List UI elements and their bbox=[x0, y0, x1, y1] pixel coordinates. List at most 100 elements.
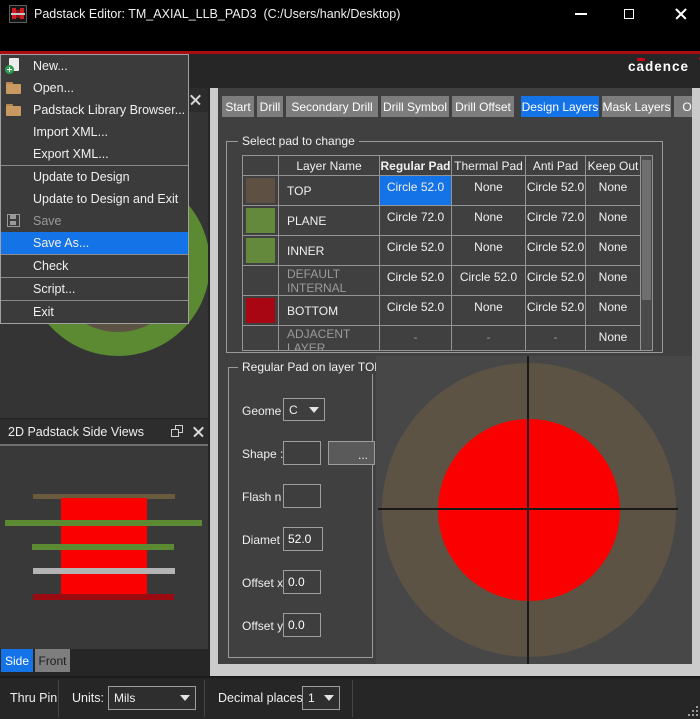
pad-cell[interactable]: None bbox=[452, 206, 526, 236]
pad-cell[interactable]: None bbox=[586, 326, 641, 351]
resize-grip[interactable] bbox=[696, 706, 698, 708]
layer-name-cell[interactable]: DEFAULT INTERNAL bbox=[279, 266, 380, 296]
pad-table-scrollbar-thumb[interactable] bbox=[642, 160, 651, 300]
diameter-input[interactable] bbox=[283, 527, 323, 551]
right-panel-right-scrollbar[interactable] bbox=[692, 88, 700, 676]
tab-mask-layers[interactable]: Mask Layers bbox=[602, 96, 671, 117]
crosshair-vertical bbox=[527, 356, 529, 664]
col-header-layer-name: Layer Name bbox=[279, 156, 380, 176]
tab-options[interactable]: O bbox=[674, 96, 692, 117]
menu-item-new[interactable]: New... bbox=[1, 55, 188, 77]
col-header-thermal-pad: Thermal Pad bbox=[452, 156, 526, 176]
padstack-editor-window: Padstack Editor: TM_AXIAL_LLB_PAD3 (C:/U… bbox=[0, 0, 700, 719]
col-header-anti-pad: Anti Pad bbox=[526, 156, 586, 176]
offset-x-input[interactable] bbox=[283, 570, 321, 594]
shape-browse-button[interactable]: ... bbox=[328, 441, 375, 465]
pad-cell[interactable]: Circle 52.0 bbox=[380, 236, 452, 266]
tab-drill[interactable]: Drill bbox=[257, 96, 283, 117]
minimize-icon bbox=[575, 13, 587, 15]
pad-cell[interactable]: Circle 72.0 bbox=[380, 206, 452, 236]
menu-item-exit[interactable]: Exit bbox=[1, 301, 188, 323]
units-label: Units: bbox=[72, 691, 104, 705]
save-icon bbox=[5, 213, 27, 229]
pad-cell[interactable]: None bbox=[586, 266, 641, 296]
tab-design-layers[interactable]: Design Layers bbox=[521, 96, 599, 117]
pad-cell[interactable]: None bbox=[452, 236, 526, 266]
pad-cell[interactable]: Circle 52.0 bbox=[526, 236, 586, 266]
chevron-down-icon bbox=[180, 695, 190, 701]
menu-item-check[interactable]: Check bbox=[1, 255, 188, 277]
statusbar: Thru Pin Units: Mils Decimal places: 1 bbox=[0, 678, 700, 719]
side-view-inner-layer-bar bbox=[32, 544, 174, 550]
chevron-down-icon bbox=[324, 695, 334, 701]
pad-cell[interactable]: None bbox=[452, 296, 526, 326]
pad-cell[interactable]: Circle 72.0 bbox=[526, 206, 586, 236]
pad-cell[interactable]: - bbox=[452, 326, 526, 351]
layer-swatch-inner bbox=[243, 236, 279, 266]
pad-cell[interactable]: Circle 52.0 bbox=[526, 176, 586, 206]
shape-input[interactable] bbox=[283, 441, 321, 465]
maximize-button[interactable] bbox=[613, 0, 645, 28]
folder-icon bbox=[5, 80, 27, 96]
pad-cell-selected[interactable]: Circle 52.0 bbox=[380, 176, 452, 206]
layer-name-cell[interactable]: PLANE bbox=[279, 206, 380, 236]
pad-table: Layer Name Regular Pad Thermal Pad Anti … bbox=[242, 155, 642, 351]
layer-swatch-adjacent bbox=[243, 326, 279, 351]
pad-cell[interactable]: Circle 52.0 bbox=[526, 266, 586, 296]
col-header-keep-out: Keep Out bbox=[586, 156, 641, 176]
units-select[interactable]: Mils bbox=[108, 686, 196, 710]
right-panel-bottom-scrollbar[interactable] bbox=[210, 664, 700, 676]
side-views-title: 2D Padstack Side Views bbox=[8, 425, 144, 439]
menu-item-update-to-design[interactable]: Update to Design bbox=[1, 166, 188, 188]
side-view-internal-layer-bar bbox=[33, 568, 175, 574]
diameter-label: Diamet bbox=[242, 533, 284, 547]
col-header-regular-pad: Regular Pad bbox=[380, 156, 452, 176]
pad-cell[interactable]: None bbox=[586, 236, 641, 266]
maximize-icon bbox=[624, 9, 634, 19]
layer-name-cell[interactable]: INNER bbox=[279, 236, 380, 266]
menu-item-export-xml[interactable]: Export XML... bbox=[1, 143, 188, 165]
menu-item-import-xml[interactable]: Import XML... bbox=[1, 121, 188, 143]
decimal-places-select[interactable]: 1 bbox=[302, 686, 340, 710]
regular-pad-group-title: Regular Pad on layer TOP bbox=[238, 360, 378, 374]
pad-cell[interactable]: Circle 52.0 bbox=[452, 266, 526, 296]
offset-y-input[interactable] bbox=[283, 613, 321, 637]
minimize-button[interactable] bbox=[565, 0, 597, 28]
side-views-panel-header: 2D Padstack Side Views bbox=[0, 419, 208, 444]
pad-cell[interactable]: - bbox=[526, 326, 586, 351]
pad-cell[interactable]: Circle 52.0 bbox=[380, 296, 452, 326]
tab-drill-symbol[interactable]: Drill Symbol bbox=[381, 96, 449, 117]
layer-name-cell[interactable]: TOP bbox=[279, 176, 380, 206]
tab-side[interactable]: Side bbox=[1, 649, 33, 672]
tab-drill-offset[interactable]: Drill Offset bbox=[452, 96, 514, 117]
layer-name-cell[interactable]: BOTTOM bbox=[279, 296, 380, 326]
layer-name-cell[interactable]: ADJACENT LAYER bbox=[279, 326, 380, 351]
pad-cell[interactable]: None bbox=[586, 206, 641, 236]
pad-cell[interactable]: Circle 52.0 bbox=[526, 296, 586, 326]
cadence-logo: cadence bbox=[628, 59, 698, 77]
menu-item-padstack-library-browser[interactable]: Padstack Library Browser... bbox=[1, 99, 188, 121]
menu-item-script[interactable]: Script... bbox=[1, 278, 188, 300]
select-pad-group-title: Select pad to change bbox=[238, 134, 359, 148]
pad-cell[interactable]: - bbox=[380, 326, 452, 351]
geometry-select[interactable]: C bbox=[283, 398, 325, 421]
menu-item-save-as[interactable]: Save As... bbox=[1, 232, 188, 254]
pad-cell[interactable]: None bbox=[586, 176, 641, 206]
tab-secondary-drill[interactable]: Secondary Drill bbox=[286, 96, 378, 117]
tab-front[interactable]: Front bbox=[35, 649, 70, 672]
pad-cell[interactable]: None bbox=[586, 296, 641, 326]
cadence-macron bbox=[637, 58, 645, 61]
menu-item-save: Save bbox=[1, 210, 188, 232]
pad-cell[interactable]: None bbox=[452, 176, 526, 206]
right-panel-left-scrollbar[interactable] bbox=[210, 88, 218, 676]
tab-start[interactable]: Start bbox=[222, 96, 254, 117]
menu-item-update-to-design-and-exit[interactable]: Update to Design and Exit bbox=[1, 188, 188, 210]
flash-name-input[interactable] bbox=[283, 484, 321, 508]
pad-cell[interactable]: Circle 52.0 bbox=[380, 266, 452, 296]
menu-item-open[interactable]: Open... bbox=[1, 77, 188, 99]
preview-regular-pad-circle bbox=[438, 419, 620, 601]
decimal-places-label: Decimal places: bbox=[218, 691, 306, 705]
pin-type-label: Thru Pin bbox=[10, 691, 57, 705]
side-view-bottom-layer-bar bbox=[33, 594, 174, 600]
close-button[interactable] bbox=[662, 0, 700, 28]
